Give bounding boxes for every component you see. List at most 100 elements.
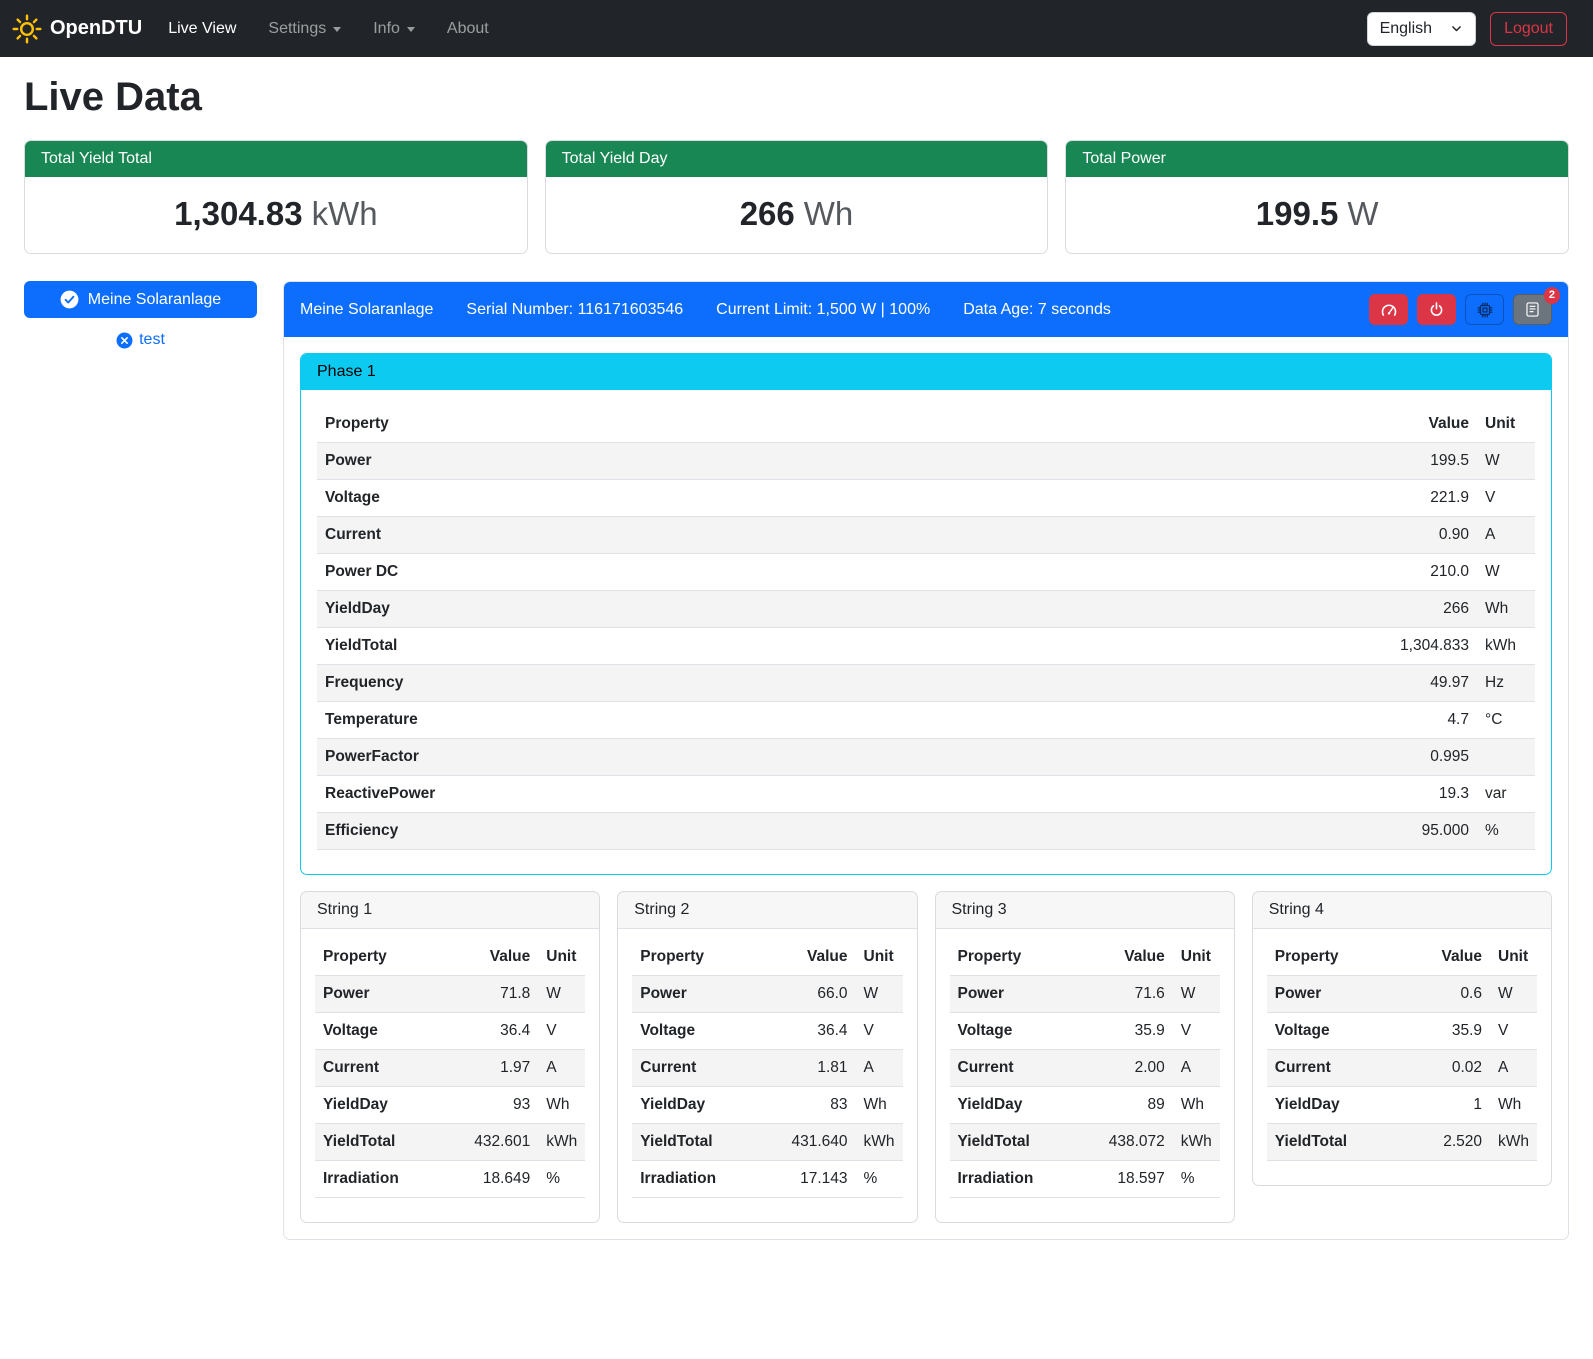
value-cell: 89 (1095, 1087, 1173, 1124)
table-header-row: Property Value Unit (317, 406, 1535, 443)
summary-card-title: Total Power (1066, 141, 1568, 177)
col-header-value: Value (460, 939, 538, 976)
inverter-card-body: Phase 1 Property Value Unit (284, 337, 1568, 1239)
value-cell: 221.9 (1337, 480, 1477, 517)
nav-item-live-view[interactable]: Live View (152, 12, 252, 46)
property-cell: YieldTotal (317, 628, 1337, 665)
table-row: Power 66.0 W (632, 976, 902, 1013)
unit-cell (1477, 739, 1535, 776)
unit-cell: kWh (1490, 1124, 1537, 1161)
value-cell: 0.90 (1337, 517, 1477, 554)
sidebar-item-test-label: test (139, 331, 165, 349)
value-cell: 66.0 (778, 976, 856, 1013)
summary-card-value: 1,304.83 (174, 195, 302, 232)
col-header-unit: Unit (1477, 406, 1535, 443)
table-row: Current 0.02 A (1267, 1050, 1537, 1087)
property-cell: ReactivePower (317, 776, 1337, 813)
navbar: OpenDTU Live View Settings Info About En… (0, 0, 1593, 57)
event-log-button[interactable]: 2 (1513, 294, 1552, 325)
table-row: Current 2.00 A (950, 1050, 1220, 1087)
table-header-row: Property Value Unit (315, 939, 585, 976)
unit-cell: Wh (1173, 1087, 1220, 1124)
value-cell: 438.072 (1095, 1124, 1173, 1161)
value-cell: 1.97 (460, 1050, 538, 1087)
summary-card-title: Total Yield Day (546, 141, 1048, 177)
unit-cell: V (1477, 480, 1535, 517)
string-4-title: String 4 (1253, 892, 1551, 929)
property-cell: Irradiation (950, 1161, 1095, 1198)
limit-settings-button[interactable] (1369, 294, 1408, 325)
phase-card: Phase 1 Property Value Unit (300, 353, 1552, 875)
unit-cell: W (856, 976, 903, 1013)
unit-cell: var (1477, 776, 1535, 813)
table-row: YieldTotal 432.601 kWh (315, 1124, 585, 1161)
device-info-button[interactable] (1465, 294, 1504, 325)
phase-table: Property Value Unit Power 199.5 (317, 406, 1535, 850)
unit-cell: A (1477, 517, 1535, 554)
nav-links: Live View Settings Info About (152, 12, 1366, 46)
col-header-property: Property (317, 406, 1337, 443)
nav-item-settings[interactable]: Settings (252, 12, 357, 46)
table-row: YieldTotal 2.520 kWh (1267, 1124, 1537, 1161)
nav-item-settings-label: Settings (268, 20, 326, 38)
unit-cell: A (538, 1050, 585, 1087)
table-row: Irradiation 18.649 % (315, 1161, 585, 1198)
value-cell: 93 (460, 1087, 538, 1124)
table-header-row: Property Value Unit (632, 939, 902, 976)
value-cell: 18.649 (460, 1161, 538, 1198)
value-cell: 0.995 (1337, 739, 1477, 776)
col-header-property: Property (315, 939, 460, 976)
logout-button[interactable]: Logout (1490, 12, 1567, 46)
unit-cell: V (1173, 1013, 1220, 1050)
table-row: YieldDay 1 Wh (1267, 1087, 1537, 1124)
main-content: Meine Solaranlage test Meine Solaranlage… (24, 281, 1569, 1240)
table-row: YieldDay 266 Wh (317, 591, 1535, 628)
property-cell: YieldDay (315, 1087, 460, 1124)
value-cell: 36.4 (460, 1013, 538, 1050)
table-row: Current 1.97 A (315, 1050, 585, 1087)
property-cell: Current (632, 1050, 777, 1087)
value-cell: 432.601 (460, 1124, 538, 1161)
unit-cell: Wh (538, 1087, 585, 1124)
value-cell: 35.9 (1095, 1013, 1173, 1050)
brand-logo[interactable]: OpenDTU (12, 14, 142, 44)
language-select[interactable]: English (1367, 12, 1476, 46)
summary-cards: Total Yield Total 1,304.83kWh Total Yiel… (24, 140, 1569, 254)
unit-cell: Wh (1477, 591, 1535, 628)
sidebar-item-test[interactable]: test (24, 331, 257, 349)
string-1-table: Property Value Unit Power (315, 939, 585, 1198)
table-row: Current 0.90 A (317, 517, 1535, 554)
property-cell: Current (315, 1050, 460, 1087)
language-select-value: English (1380, 20, 1432, 38)
unit-cell: W (1173, 976, 1220, 1013)
summary-card-body: 199.5W (1066, 177, 1568, 253)
value-cell: 19.3 (1337, 776, 1477, 813)
string-cards: String 1 Property Value Unit (300, 891, 1552, 1223)
value-cell: 4.7 (1337, 702, 1477, 739)
value-cell: 49.97 (1337, 665, 1477, 702)
unit-cell: W (1490, 976, 1537, 1013)
table-row: Power 0.6 W (1267, 976, 1537, 1013)
value-cell: 71.8 (460, 976, 538, 1013)
power-control-button[interactable] (1417, 294, 1456, 325)
table-row: YieldTotal 438.072 kWh (950, 1124, 1220, 1161)
sidebar: Meine Solaranlage test (24, 281, 257, 349)
page-title: Live Data (24, 75, 1569, 120)
unit-cell: V (538, 1013, 585, 1050)
unit-cell: kWh (538, 1124, 585, 1161)
inverter-select-label: Meine Solaranlage (88, 291, 221, 309)
inverter-select-button[interactable]: Meine Solaranlage (24, 281, 257, 318)
summary-card-unit: Wh (804, 195, 854, 232)
unit-cell: A (1490, 1050, 1537, 1087)
string-4-table: Property Value Unit Power (1267, 939, 1537, 1161)
nav-item-about[interactable]: About (431, 12, 505, 46)
property-cell: Power DC (317, 554, 1337, 591)
table-row: Voltage 221.9 V (317, 480, 1535, 517)
value-cell: 0.6 (1412, 976, 1490, 1013)
summary-card-value: 266 (740, 195, 795, 232)
nav-item-info[interactable]: Info (357, 12, 431, 46)
unit-cell: % (856, 1161, 903, 1198)
value-cell: 83 (778, 1087, 856, 1124)
nav-item-info-label: Info (373, 20, 400, 38)
property-cell: Voltage (950, 1013, 1095, 1050)
